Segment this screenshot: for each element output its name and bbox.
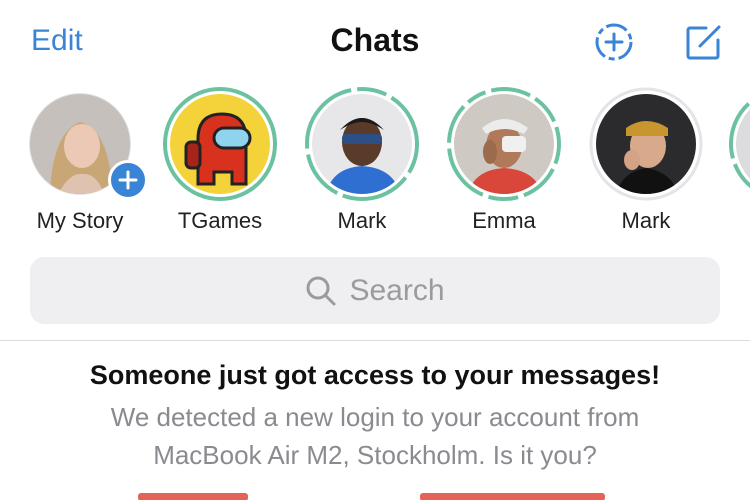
page-title: Chats xyxy=(330,22,420,58)
compose-button[interactable] xyxy=(682,20,726,64)
story-label: My Story xyxy=(36,208,124,233)
navigation-bar: Edit Chats xyxy=(0,0,750,82)
divider xyxy=(0,340,750,341)
alert-action-right[interactable] xyxy=(420,488,610,500)
dashed-circle-plus-icon xyxy=(595,23,633,61)
avatar xyxy=(596,94,696,194)
alert-body-line: We detected a new login to your account … xyxy=(110,402,640,432)
compose-icon xyxy=(686,25,721,60)
story-label: Mark xyxy=(621,208,671,233)
story-label: Mark xyxy=(337,208,387,233)
story-label: Emma xyxy=(472,208,536,233)
search-icon xyxy=(306,276,336,305)
search-bar[interactable]: Search xyxy=(30,257,720,324)
search-placeholder: Search xyxy=(349,273,445,307)
stories-row[interactable]: My Story TGames Mark Emma Mark xyxy=(0,84,750,234)
alert-action-left[interactable] xyxy=(138,488,258,500)
edit-button[interactable]: Edit xyxy=(31,24,83,58)
security-alert-title: Someone just got access to your messages… xyxy=(89,360,661,390)
add-story-badge[interactable] xyxy=(108,160,148,200)
security-alert-body: We detected a new login to your account … xyxy=(0,398,750,474)
alert-body-line: MacBook Air M2, Stockholm. Is it you? xyxy=(153,440,597,470)
alert-actions xyxy=(0,488,750,500)
avatar xyxy=(454,94,554,194)
plus-icon xyxy=(118,170,138,190)
new-story-button[interactable] xyxy=(592,20,636,64)
story-label: TGames xyxy=(177,208,263,233)
avatar xyxy=(312,94,412,194)
avatar xyxy=(170,94,270,194)
